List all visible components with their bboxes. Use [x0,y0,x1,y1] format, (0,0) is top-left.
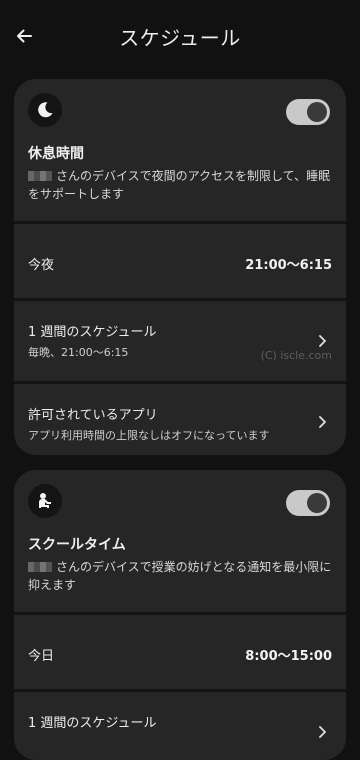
bedtime-title: 休息時間 [28,146,84,162]
tonight-label: 今夜 [28,258,55,273]
bedtime-description: さんのデバイスで夜間のアクセスを制限して、睡眠 をサポートします [28,169,331,201]
schooltime-today-row[interactable]: 今日 8:00〜15:00 [14,615,346,689]
bedtime-toggle[interactable] [286,99,330,125]
toggle-knob [307,493,327,513]
top-app-bar: スケジュール [0,0,360,72]
schooltime-card: スクールタイム さんのデバイスで授業の妨げとなる通知を最小限に 抑えます 今日 … [14,470,346,760]
weekly-schedule-sub: 毎晩、21:00〜6:15 [28,346,129,359]
bedtime-icon-wrap [28,93,62,127]
page-title: スケジュール [119,26,241,50]
tonight-value: 21:00〜6:15 [245,258,332,273]
allowed-apps-label: 許可されているアプリ [28,408,158,423]
blurred-child-name [28,562,52,572]
bedtime-weekly-row[interactable]: 1 週間のスケジュール 毎晩、21:00〜6:15 (C) iscle.com [14,301,346,381]
schooltime-toggle[interactable] [286,490,330,516]
bedtime-header: 休息時間 さんのデバイスで夜間のアクセスを制限して、睡眠 をサポートします [14,79,346,221]
schooltime-header: スクールタイム さんのデバイスで授業の妨げとなる通知を最小限に 抑えます [14,470,346,612]
schooltime-title: スクールタイム [28,537,126,553]
bedtime-allowed-apps-row[interactable]: 許可されているアプリ アプリ利用時間の上限なしはオフになっています [14,384,346,455]
schooltime-icon-wrap [28,484,62,518]
schooltime-description: さんのデバイスで授業の妨げとなる通知を最小限に 抑えます [28,560,332,592]
toggle-knob [307,102,327,122]
schooltime-weekly-row[interactable]: 1 週間のスケジュール [14,692,346,760]
today-value: 8:00〜15:00 [245,649,332,664]
today-label: 今日 [28,649,55,664]
bedtime-card: 休息時間 さんのデバイスで夜間のアクセスを制限して、睡眠 をサポートします 今夜… [14,79,346,455]
chevron-right-icon [316,726,328,738]
bedtime-tonight-row[interactable]: 今夜 21:00〜6:15 [14,224,346,298]
chevron-right-icon [316,335,328,347]
moon-icon [38,102,53,118]
allowed-apps-sub: アプリ利用時間の上限なしはオフになっています [28,429,270,442]
weekly-schedule-label: 1 週間のスケジュール [28,716,157,731]
blurred-child-name [28,171,52,181]
chevron-right-icon [316,416,328,428]
watermark: (C) iscle.com [260,349,332,362]
student-desk-icon [39,493,51,508]
weekly-schedule-label: 1 週間のスケジュール [28,325,157,340]
